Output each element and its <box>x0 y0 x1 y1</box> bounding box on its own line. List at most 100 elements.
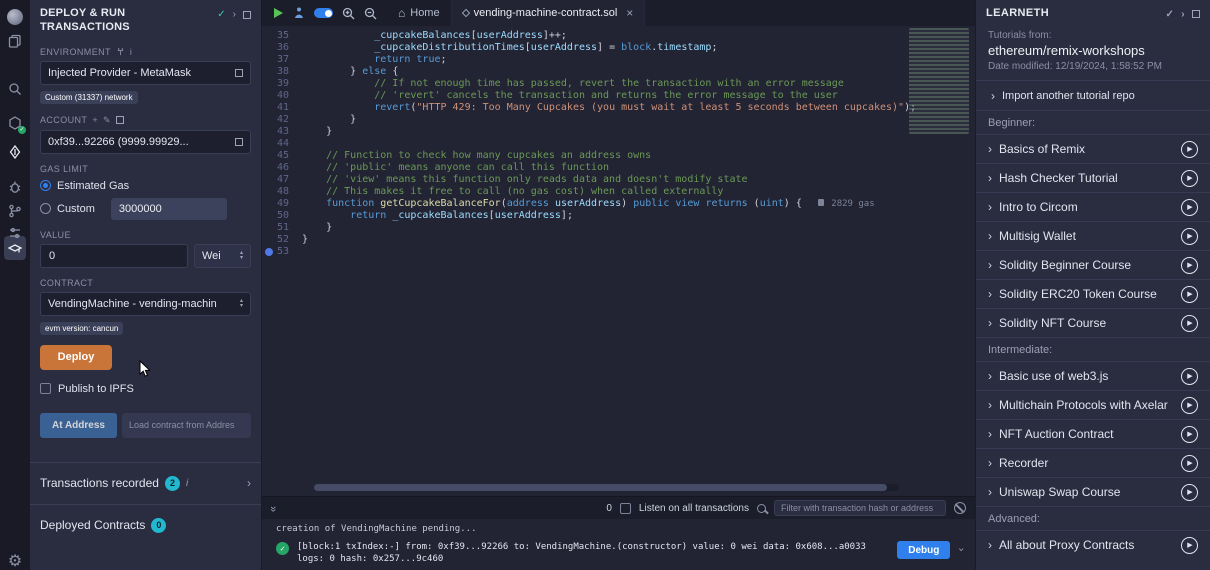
minimap[interactable] <box>909 28 969 134</box>
tutorial-item[interactable]: ›Solidity Beginner Course▶ <box>976 250 1210 279</box>
line-number[interactable]: 37 <box>262 54 302 66</box>
line-number[interactable]: 40 <box>262 90 302 102</box>
play-icon[interactable]: ▶ <box>1181 537 1198 554</box>
collapse-terminal-icon[interactable]: » <box>267 506 279 510</box>
tutorial-item[interactable]: ›Basics of Remix▶ <box>976 134 1210 163</box>
solidity-compiler-icon[interactable]: ✓ <box>0 112 30 134</box>
line-number[interactable]: 50 <box>262 210 302 222</box>
deploy-button[interactable]: Deploy <box>40 345 112 370</box>
tutorial-item[interactable]: ›Multichain Protocols with Axelar▶ <box>976 390 1210 419</box>
git-icon[interactable] <box>0 200 30 222</box>
line-number[interactable]: 36 <box>262 42 302 54</box>
add-account-icon[interactable]: + <box>92 115 98 125</box>
play-icon[interactable]: ▶ <box>1181 141 1198 158</box>
debugger-person-icon[interactable] <box>293 7 305 19</box>
line-number[interactable]: 43 <box>262 126 302 138</box>
close-tab-icon[interactable]: × <box>626 6 633 20</box>
play-icon[interactable]: ▶ <box>1181 484 1198 501</box>
info-icon[interactable]: i <box>130 47 132 57</box>
popout-window-icon[interactable] <box>1192 10 1200 18</box>
line-number[interactable]: 45 <box>262 150 302 162</box>
scrollbar-thumb[interactable] <box>314 484 887 491</box>
code-editor[interactable]: 35 _cupcakeBalances[userAddress]++;36 _c… <box>262 26 975 496</box>
debug-button[interactable]: Debug <box>897 541 950 559</box>
search-icon[interactable] <box>0 78 30 100</box>
block-icon[interactable] <box>954 502 966 514</box>
line-number[interactable]: 42 <box>262 114 302 126</box>
run-script-icon[interactable] <box>272 7 284 19</box>
custom-gas-input[interactable] <box>111 198 227 220</box>
tutorial-item[interactable]: ›Hash Checker Tutorial▶ <box>976 163 1210 192</box>
popout-window-icon[interactable] <box>243 11 251 19</box>
line-number[interactable]: 51 <box>262 222 302 234</box>
play-icon[interactable]: ▶ <box>1181 426 1198 443</box>
line-number[interactable]: 47 <box>262 174 302 186</box>
at-address-input[interactable]: Load contract from Addres <box>122 413 251 438</box>
play-icon[interactable]: ▶ <box>1181 455 1198 472</box>
import-tutorial-link[interactable]: › Import another tutorial repo <box>976 80 1210 110</box>
at-address-button[interactable]: At Address <box>40 413 117 438</box>
tutorial-item[interactable]: ›Recorder▶ <box>976 448 1210 477</box>
play-icon[interactable]: ▶ <box>1181 315 1198 332</box>
value-input[interactable] <box>40 244 188 268</box>
tutorial-item[interactable]: ›Basic use of web3.js▶ <box>976 361 1210 390</box>
play-icon[interactable]: ▶ <box>1181 368 1198 385</box>
transaction-log-row[interactable]: ✓ [block:1 txIndex:-] from: 0xf39...9226… <box>276 541 965 565</box>
line-number[interactable]: 41 <box>262 102 302 114</box>
chevron-right-icon[interactable]: › <box>247 476 251 490</box>
tutorial-item[interactable]: ›Solidity ERC20 Token Course▶ <box>976 279 1210 308</box>
info-icon[interactable]: i <box>186 478 188 489</box>
play-icon[interactable]: ▶ <box>1181 199 1198 216</box>
estimated-gas-radio[interactable] <box>40 180 51 191</box>
play-icon[interactable]: ▶ <box>1181 397 1198 414</box>
tutorial-item[interactable]: ›Solidity NFT Course▶ <box>976 308 1210 337</box>
copy-icon[interactable] <box>235 138 243 146</box>
value-unit-select[interactable]: Wei ▴▾ <box>194 244 251 268</box>
play-icon[interactable]: ▶ <box>1181 286 1198 303</box>
line-number[interactable]: 52 <box>262 234 302 246</box>
zoom-in-icon[interactable] <box>342 7 355 20</box>
play-icon[interactable]: ▶ <box>1181 170 1198 187</box>
line-number[interactable]: 39 <box>262 78 302 90</box>
editor-toggle[interactable] <box>314 8 333 18</box>
chevron-down-icon[interactable]: › <box>955 546 968 553</box>
play-icon[interactable]: ▶ <box>1181 228 1198 245</box>
chevron-right-icon[interactable]: › <box>1181 9 1185 20</box>
custom-gas-radio[interactable] <box>40 203 51 214</box>
tab-contract-file[interactable]: vending-machine-contract.sol × <box>452 0 646 26</box>
line-number[interactable]: 48 <box>262 186 302 198</box>
edit-icon[interactable]: ✎ <box>103 115 111 126</box>
publish-ipfs-checkbox[interactable] <box>40 383 51 394</box>
line-number[interactable]: 49 <box>262 198 302 210</box>
stepper-icons[interactable]: ▴▾ <box>240 251 243 261</box>
copy-icon[interactable] <box>116 116 124 124</box>
tutorial-item[interactable]: ›NFT Auction Contract▶ <box>976 419 1210 448</box>
remix-logo[interactable] <box>0 6 30 28</box>
tutorial-item[interactable]: ›All about Proxy Contracts▶ <box>976 530 1210 559</box>
settings-gear-icon[interactable]: ⚙ <box>0 550 30 570</box>
deployed-contracts-row[interactable]: Deployed Contracts 0 <box>30 504 261 546</box>
learneth-icon[interactable] <box>0 238 30 260</box>
debugger-icon[interactable] <box>0 176 30 198</box>
tutorial-item[interactable]: ›Intro to Circom▶ <box>976 192 1210 221</box>
listen-all-checkbox[interactable] <box>620 503 631 514</box>
line-number[interactable]: 35 <box>262 30 302 42</box>
contract-select[interactable]: VendingMachine - vending-machin ▴▾ <box>40 292 251 316</box>
horizontal-scrollbar[interactable] <box>314 484 899 491</box>
account-select[interactable]: 0xf39...92266 (9999.99929... <box>40 130 251 154</box>
scan-link-icon[interactable] <box>235 69 243 77</box>
breakpoint-dot[interactable] <box>265 248 273 256</box>
filter-input[interactable] <box>774 500 946 516</box>
line-number[interactable]: 46 <box>262 162 302 174</box>
tutorial-item[interactable]: ›Uniswap Swap Course▶ <box>976 477 1210 506</box>
deploy-run-icon[interactable] <box>0 141 30 163</box>
line-number[interactable]: 44 <box>262 138 302 150</box>
chevron-right-icon[interactable]: › <box>233 9 236 20</box>
play-icon[interactable]: ▶ <box>1181 257 1198 274</box>
tutorial-item[interactable]: ›Multisig Wallet▶ <box>976 221 1210 250</box>
line-number[interactable]: 38 <box>262 66 302 78</box>
tab-home[interactable]: ⌂ Home <box>387 0 452 26</box>
transactions-recorded-row[interactable]: Transactions recorded 2 i › <box>30 462 261 504</box>
file-explorer-icon[interactable] <box>0 30 30 52</box>
environment-select[interactable]: Injected Provider - MetaMask <box>40 61 251 85</box>
